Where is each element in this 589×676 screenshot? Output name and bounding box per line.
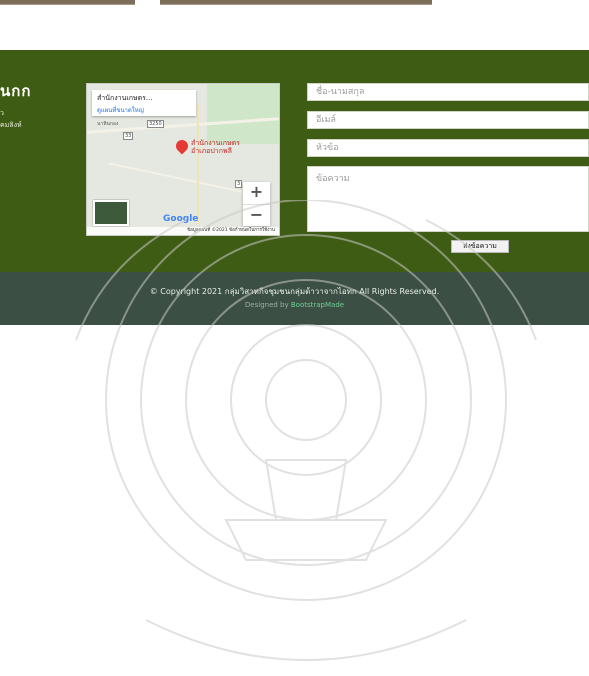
designed-by-prefix: Designed by	[244, 301, 291, 309]
google-logo: Google	[163, 214, 199, 224]
embedded-map[interactable]: สำนักงานเกษตร... ดูแผนที่ขนาดใหญ่ นาหินก…	[86, 83, 280, 236]
gallery-photo[interactable]	[0, 0, 135, 5]
map-area	[207, 84, 279, 144]
road-number-tag: 3	[235, 180, 243, 188]
subject-input[interactable]	[307, 139, 589, 157]
email-input[interactable]	[307, 111, 589, 129]
top-photo-strip	[0, 0, 589, 10]
contact-info-line: ว	[0, 109, 4, 117]
zoom-in-button[interactable]: +	[243, 182, 270, 204]
send-message-button[interactable]: ส่งข้อความ	[451, 240, 509, 253]
contact-title: นกก	[0, 82, 32, 100]
map-pin-label-line: อำเภอปากพลี	[191, 147, 232, 155]
name-input[interactable]	[307, 83, 589, 101]
map-pin-label-line: สำนักงานเกษตร	[191, 139, 240, 147]
map-place-name: สำนักงานเกษตร...	[97, 94, 153, 102]
map-place-label: นาหินกอง	[97, 121, 119, 127]
road-number-tag: 3250	[147, 120, 164, 128]
bootstrapmade-link[interactable]: BootstrapMade	[291, 301, 344, 309]
zoom-out-button[interactable]: −	[243, 205, 270, 227]
satellite-view-toggle[interactable]	[93, 200, 129, 226]
site-footer: © Copyright 2021 กลุ่มวิสาหกิจชุมชนกลุ่ม…	[0, 272, 589, 325]
gallery-photo[interactable]	[160, 0, 432, 5]
map-pin-label: สำนักงานเกษตร อำเภอปากพลี	[191, 139, 240, 155]
designed-by-text: Designed by BootstrapMade	[0, 301, 589, 309]
road-number-tag: 33	[123, 132, 134, 140]
map-zoom-control: + −	[243, 182, 270, 226]
map-info-card: สำนักงานเกษตร... ดูแผนที่ขนาดใหญ่	[92, 90, 196, 116]
map-pin-icon[interactable]	[173, 137, 191, 155]
copyright-text: © Copyright 2021 กลุ่มวิสาหกิจชุมชนกลุ่ม…	[149, 287, 440, 296]
view-larger-map-link[interactable]: ดูแผนที่ขนาดใหญ่	[97, 105, 191, 115]
contact-info-line: คมลิงห์	[0, 121, 22, 129]
map-road	[197, 104, 199, 224]
message-textarea[interactable]	[307, 166, 589, 232]
map-attribution: ข้อมูลแผนที่ ©2021 ข้อกำหนดในการใช้งาน	[87, 227, 279, 235]
